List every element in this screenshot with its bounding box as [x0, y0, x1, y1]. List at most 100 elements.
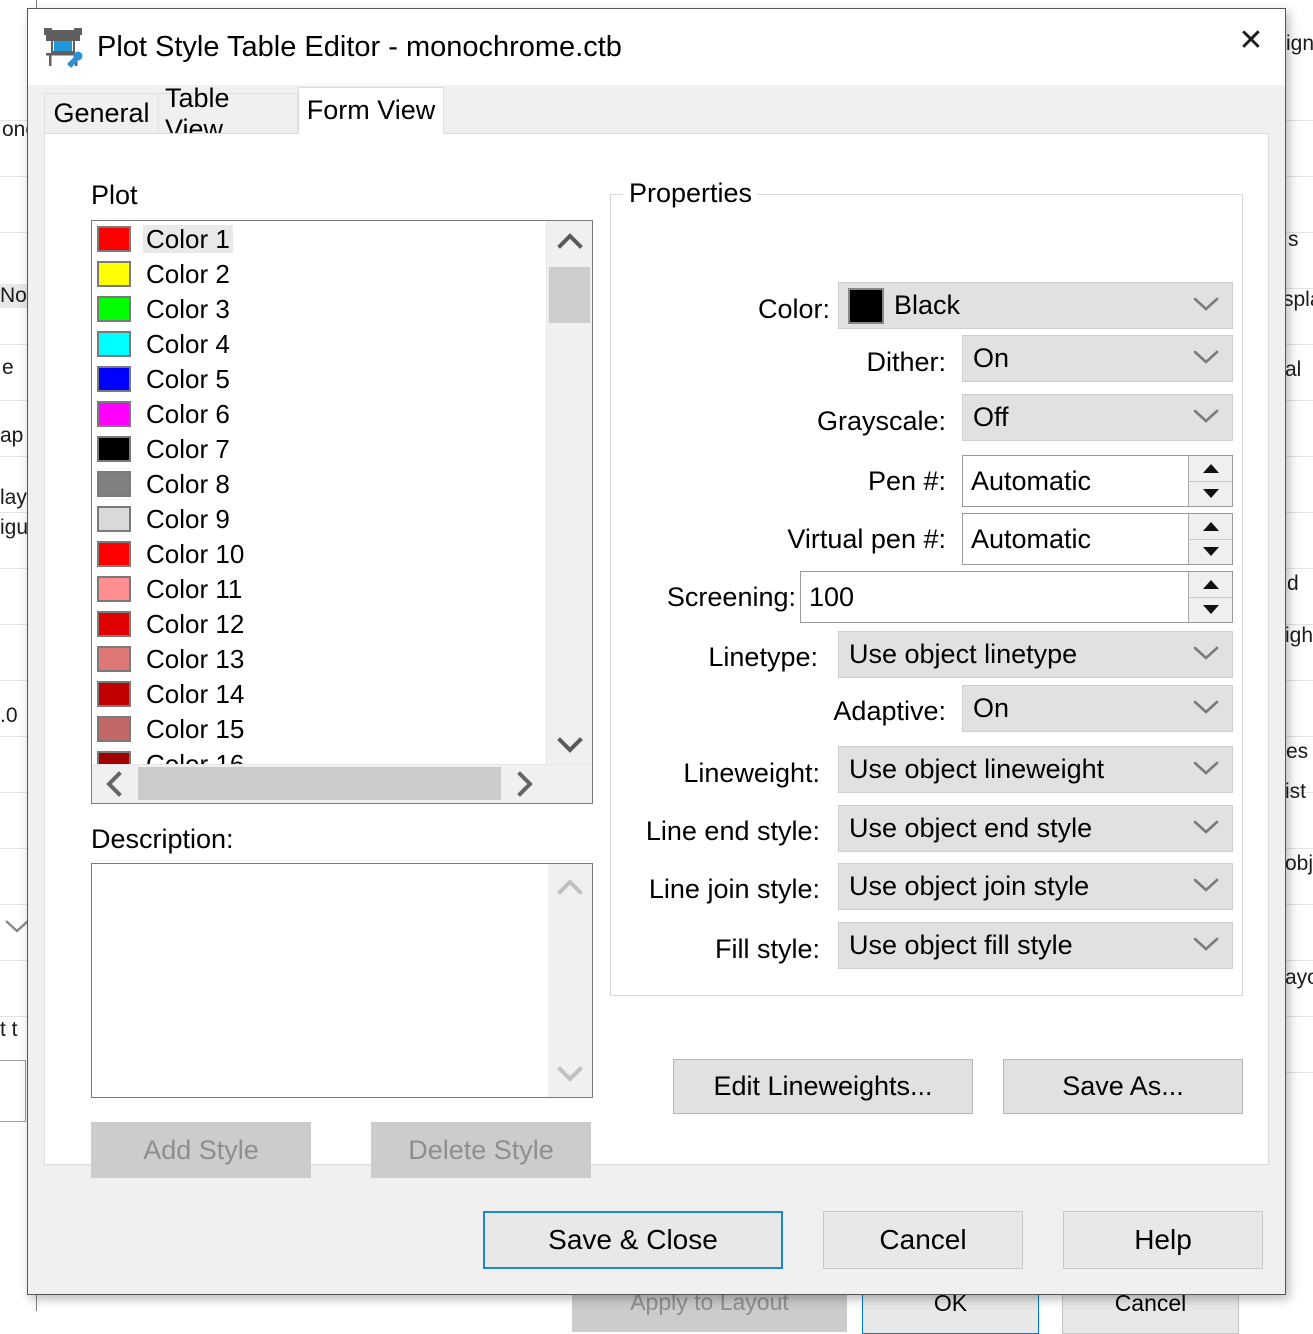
chevron-down-icon[interactable]: [1193, 644, 1219, 666]
property-label: Line join style:: [648, 874, 820, 904]
plot-style-list-item[interactable]: Color 5: [92, 361, 547, 396]
plot-style-list-item[interactable]: Color 11: [92, 571, 547, 606]
color-swatch: [97, 295, 131, 322]
spinner-buttons[interactable]: [1188, 572, 1232, 622]
cancel-button[interactable]: Cancel: [823, 1211, 1023, 1269]
tab-general[interactable]: General: [44, 93, 159, 133]
plot-list-horizontal-scrollbar[interactable]: [92, 764, 592, 803]
property-value: On: [973, 343, 1010, 373]
property-spinner[interactable]: Automatic: [962, 513, 1233, 565]
triangle-up-icon[interactable]: [1188, 572, 1232, 598]
plot-style-list-item[interactable]: Color 8: [92, 466, 547, 501]
chevron-down-icon[interactable]: [1193, 876, 1219, 898]
edit-lineweights-button[interactable]: Edit Lineweights...: [673, 1059, 973, 1114]
color-swatch: [97, 680, 131, 707]
property-spinner[interactable]: 100: [800, 571, 1233, 623]
chevron-down-icon[interactable]: [1193, 935, 1219, 957]
plot-style-list-item[interactable]: Color 14: [92, 676, 547, 711]
chevron-down-icon[interactable]: [1193, 698, 1219, 720]
chevron-down-icon[interactable]: [1193, 818, 1219, 840]
background-text-fragment: igh: [1285, 624, 1313, 647]
background-text-fragment: obj: [1285, 852, 1313, 875]
description-vertical-scrollbar[interactable]: [548, 864, 592, 1097]
property-label: Virtual pen #:: [787, 524, 946, 554]
property-dropdown[interactable]: Use object join style: [838, 863, 1233, 910]
property-dropdown[interactable]: Use object fill style: [838, 922, 1233, 969]
property-value: Use object fill style: [849, 930, 1073, 960]
plot-style-list-item[interactable]: Color 16: [92, 746, 547, 765]
property-value: Use object join style: [849, 871, 1090, 901]
property-dropdown[interactable]: Off: [962, 394, 1233, 441]
plot-style-list-item[interactable]: Color 1: [92, 221, 547, 256]
spinner-buttons[interactable]: [1188, 514, 1232, 564]
plot-style-list-item[interactable]: Color 7: [92, 431, 547, 466]
tab-table-view[interactable]: Table View: [158, 83, 298, 144]
chevron-down-icon[interactable]: [1193, 348, 1219, 370]
chevron-down-icon[interactable]: [548, 1053, 592, 1095]
tab-form-view[interactable]: Form View: [298, 87, 444, 134]
triangle-up-icon[interactable]: [1188, 514, 1232, 540]
add-style-button[interactable]: Add Style: [91, 1122, 311, 1178]
color-swatch: [97, 330, 131, 357]
plot-style-list-item[interactable]: Color 2: [92, 256, 547, 291]
plot-style-label: Color 5: [146, 363, 230, 394]
plot-style-list-item[interactable]: Color 9: [92, 501, 547, 536]
chevron-down-icon[interactable]: [1193, 759, 1219, 781]
delete-style-button[interactable]: Delete Style: [371, 1122, 591, 1178]
plot-style-list-item[interactable]: Color 13: [92, 641, 547, 676]
plot-style-list-items[interactable]: Color 1 Color 2 Color 3 Color 4 Color 5 Color…: [92, 221, 547, 765]
background-text-fragment: ap: [0, 424, 24, 447]
triangle-down-icon[interactable]: [1188, 539, 1232, 564]
chevron-down-icon[interactable]: [1193, 295, 1219, 317]
property-dropdown[interactable]: On: [962, 685, 1233, 732]
plot-style-list-item[interactable]: Color 10: [92, 536, 547, 571]
help-button[interactable]: Help: [1063, 1211, 1263, 1269]
plot-style-list-item[interactable]: Color 15: [92, 711, 547, 746]
chevron-right-icon[interactable]: [503, 765, 547, 803]
property-dropdown[interactable]: Use object linetype: [838, 631, 1233, 678]
property-spinner[interactable]: Automatic: [962, 455, 1233, 507]
plot-style-list-item[interactable]: Color 4: [92, 326, 547, 361]
save-as-button[interactable]: Save As...: [1003, 1059, 1243, 1114]
spinner-buttons[interactable]: [1188, 456, 1232, 506]
selected-color-swatch: [848, 287, 884, 324]
close-icon[interactable]: ✕: [1217, 9, 1285, 71]
chevron-up-icon[interactable]: [548, 866, 592, 908]
property-label: Linetype:: [708, 642, 818, 672]
background-input-box[interactable]: [0, 1060, 26, 1122]
plot-style-label: Color 12: [146, 608, 245, 639]
chevron-left-icon[interactable]: [92, 765, 136, 803]
plot-style-list-item[interactable]: Color 12: [92, 606, 547, 641]
property-dropdown[interactable]: Use object end style: [838, 805, 1233, 852]
plot-style-list-item[interactable]: Color 6: [92, 396, 547, 431]
plot-list-scroll-thumb[interactable]: [549, 267, 590, 323]
plot-style-label: Color 13: [146, 643, 245, 674]
plot-group-label: Plot: [91, 180, 138, 210]
triangle-down-icon[interactable]: [1188, 481, 1232, 506]
description-textarea[interactable]: [91, 863, 593, 1098]
color-swatch: [97, 750, 131, 765]
chevron-up-icon[interactable]: [547, 221, 592, 261]
background-text-fragment: .0: [0, 704, 18, 727]
property-value: Black: [894, 290, 961, 320]
triangle-up-icon[interactable]: [1188, 456, 1232, 482]
color-swatch: [97, 575, 131, 602]
property-dropdown[interactable]: Black: [838, 282, 1233, 329]
plot-style-list[interactable]: Color 1 Color 2 Color 3 Color 4 Color 5 Color…: [91, 220, 593, 804]
chevron-down-icon[interactable]: [547, 725, 592, 765]
property-dropdown[interactable]: Use object lineweight: [838, 746, 1233, 793]
color-swatch: [97, 715, 131, 742]
triangle-down-icon[interactable]: [1188, 597, 1232, 622]
background-text-fragment: lay: [0, 486, 27, 509]
plot-style-list-item[interactable]: Color 3: [92, 291, 547, 326]
chevron-down-icon[interactable]: [1193, 407, 1219, 429]
plot-list-vertical-scrollbar[interactable]: [546, 221, 592, 765]
property-value: Off: [973, 402, 1009, 432]
save-and-close-button[interactable]: Save & Close: [483, 1211, 783, 1269]
background-text-fragment: s: [1288, 228, 1299, 251]
plot-style-label: Color 1: [143, 224, 233, 253]
property-dropdown[interactable]: On: [962, 335, 1233, 382]
plot-list-hscroll-thumb[interactable]: [138, 767, 501, 800]
plot-style-label: Color 6: [146, 398, 230, 429]
background-text-fragment: No: [0, 284, 27, 308]
